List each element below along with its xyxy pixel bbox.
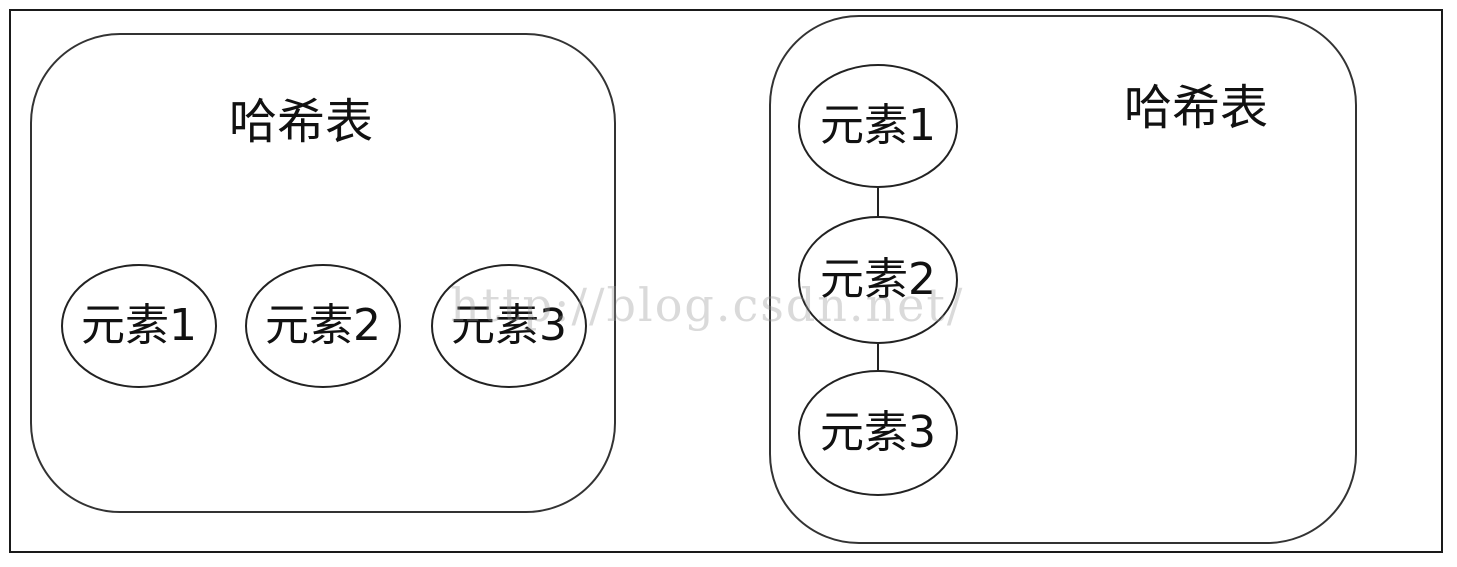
- chain-link-1-2: [877, 188, 879, 216]
- element-node-left-1: 元素1: [61, 264, 217, 388]
- element-node-right-1: 元素1: [798, 64, 958, 188]
- element-node-right-3: 元素3: [798, 370, 958, 496]
- element-node-left-2: 元素2: [245, 264, 401, 388]
- element-node-right-2: 元素2: [798, 216, 958, 344]
- hash-table-title-right: 哈希表: [1124, 80, 1269, 136]
- element-node-left-3: 元素3: [431, 264, 587, 388]
- hash-table-title-left: 哈希表: [229, 94, 374, 150]
- chain-link-2-3: [877, 344, 879, 370]
